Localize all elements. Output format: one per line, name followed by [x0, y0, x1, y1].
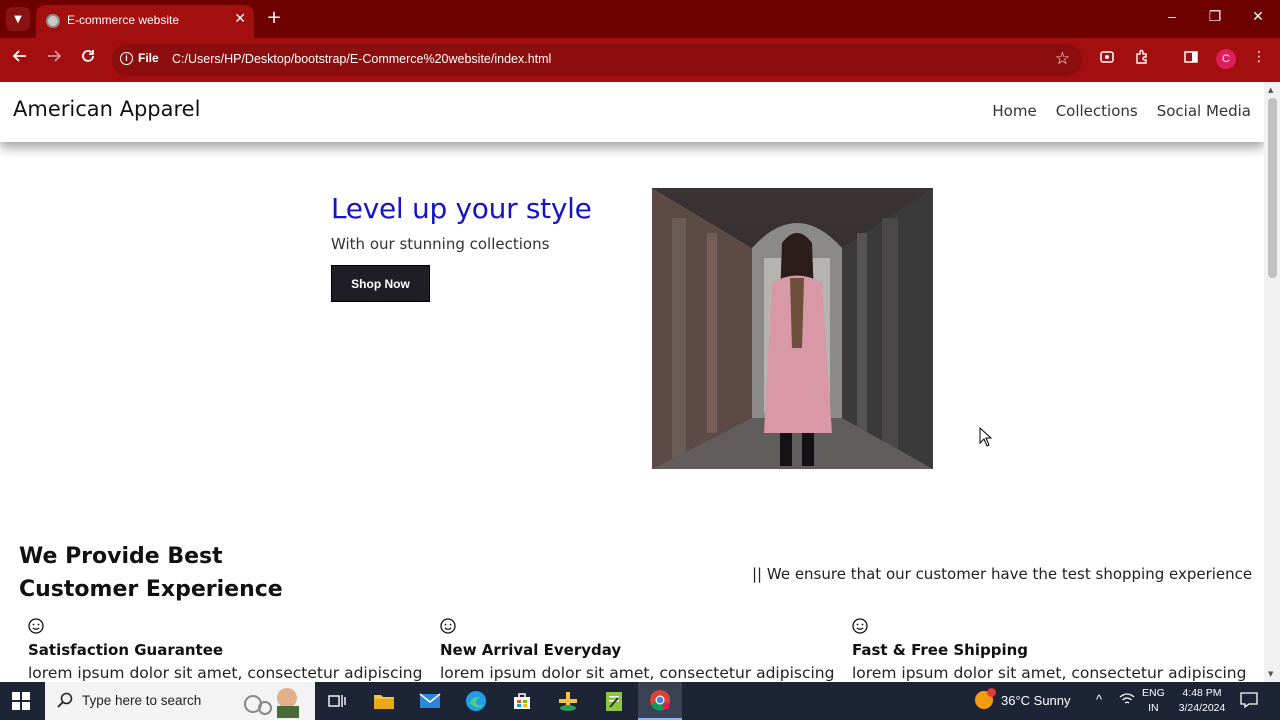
show-hidden-icons-chevron-icon[interactable]: ^: [1096, 692, 1102, 707]
lang-region: IN: [1148, 702, 1159, 714]
chrome-browser-icon[interactable]: [638, 682, 682, 720]
search-icon: [57, 692, 73, 708]
new-tab-button[interactable]: +: [264, 7, 284, 28]
feature-text: lorem ipsum dolor sit amet, consectetur …: [28, 664, 423, 682]
brand-logo[interactable]: American Apparel: [13, 97, 200, 121]
taskbar-search-box[interactable]: Type here to search: [45, 682, 315, 720]
scroll-up-icon[interactable]: ▲: [1268, 86, 1273, 94]
scrollbar-thumb[interactable]: [1268, 98, 1277, 278]
feature-text: lorem ipsum dolor sit amet, consectetur …: [440, 664, 835, 682]
url-text[interactable]: C:/Users/HP/Desktop/bootstrap/E-Commerce…: [172, 52, 551, 66]
edge-browser-icon[interactable]: [454, 682, 498, 720]
sun-icon: [975, 688, 996, 709]
experience-title: We Provide Best Customer Experience: [19, 544, 283, 602]
lang-primary: ENG: [1142, 687, 1165, 699]
browser-toolbar: i File C:/Users/HP/Desktop/bootstrap/E-C…: [0, 38, 1280, 82]
feature-text: lorem ipsum dolor sit amet, consectetur …: [852, 664, 1247, 682]
nav-link-home[interactable]: Home: [992, 102, 1036, 120]
window-close-button[interactable]: ✕: [1243, 8, 1273, 25]
nav-link-social-media[interactable]: Social Media: [1157, 102, 1251, 120]
search-placeholder: Type here to search: [82, 693, 202, 708]
page-scrollbar[interactable]: ▲ ▼: [1264, 82, 1280, 682]
mail-icon[interactable]: [408, 682, 452, 720]
weather-text: 36°C Sunny: [1001, 692, 1071, 708]
microsoft-store-icon[interactable]: [500, 682, 544, 720]
system-clock[interactable]: 4:48 PM 3/24/2024: [1176, 686, 1228, 716]
page-viewport: American Apparel Home Collections Social…: [0, 82, 1280, 682]
address-bar[interactable]: i File C:/Users/HP/Desktop/bootstrap/E-C…: [112, 44, 1082, 76]
scroll-down-icon[interactable]: ▼: [1268, 670, 1273, 678]
hero-image: [652, 188, 933, 469]
reload-icon[interactable]: [76, 48, 100, 68]
site-info-label: File: [138, 51, 159, 65]
search-highlight-art-icon: [244, 688, 299, 718]
network-wifi-icon[interactable]: [1119, 692, 1135, 709]
windows-start-icon[interactable]: [12, 692, 30, 714]
smiley-icon: [28, 618, 44, 634]
site-navbar: American Apparel Home Collections Social…: [0, 82, 1264, 142]
notepad-plus-icon[interactable]: [592, 682, 636, 720]
site-info-button[interactable]: i File: [120, 51, 159, 65]
hero-subtitle: With our stunning collections: [331, 235, 550, 253]
experience-tagline: || We ensure that our customer have the …: [752, 565, 1253, 583]
forward-icon[interactable]: [42, 48, 66, 68]
hero-title: Level up your style: [331, 192, 592, 225]
back-icon[interactable]: [8, 48, 32, 68]
weather-widget[interactable]: 36°C Sunny: [975, 688, 1071, 709]
task-view-icon[interactable]: [315, 682, 359, 720]
smiley-icon: [852, 618, 868, 634]
restore-button[interactable]: ❐: [1200, 8, 1230, 25]
language-indicator[interactable]: ENG IN: [1142, 686, 1165, 716]
tab-favicon-icon: [46, 14, 60, 28]
app-installer-icon[interactable]: [546, 682, 590, 720]
file-explorer-icon[interactable]: [362, 682, 406, 720]
feature-title: Fast & Free Shipping: [852, 641, 1029, 659]
nav-link-collections[interactable]: Collections: [1056, 102, 1138, 120]
side-panel-icon[interactable]: [1182, 49, 1200, 67]
minimize-button[interactable]: –: [1157, 8, 1187, 24]
tab-title: E-commerce website: [67, 13, 180, 27]
feature-title: Satisfaction Guarantee: [28, 641, 224, 659]
info-icon: i: [120, 51, 133, 65]
extensions-icon[interactable]: [1133, 49, 1151, 67]
clock-time: 4:48 PM: [1182, 687, 1222, 699]
bookmark-star-icon[interactable]: ☆: [1055, 49, 1070, 69]
clock-date: 3/24/2024: [1178, 702, 1226, 714]
nav-links: Home Collections Social Media: [992, 102, 1251, 120]
notification-center-icon[interactable]: [1240, 692, 1258, 712]
active-tab[interactable]: E-commerce website ✕: [36, 5, 254, 38]
windows-taskbar: Type here to search 36°C Sunny ^ ENG IN …: [0, 682, 1280, 720]
browser-menu-icon[interactable]: ⋮: [1250, 49, 1268, 67]
shop-now-button[interactable]: Shop Now: [331, 265, 430, 302]
profile-avatar[interactable]: C: [1216, 49, 1236, 69]
browser-tab-strip: ▼ E-commerce website ✕ + – ❐ ✕: [0, 0, 1280, 38]
feature-title: New Arrival Everyday: [440, 641, 622, 659]
screencast-icon[interactable]: [1098, 49, 1116, 67]
mouse-cursor-icon: [979, 426, 993, 451]
smiley-icon: [440, 618, 456, 634]
tab-close-icon[interactable]: ✕: [234, 11, 246, 27]
tab-search-dropdown-icon[interactable]: ▼: [6, 7, 30, 31]
